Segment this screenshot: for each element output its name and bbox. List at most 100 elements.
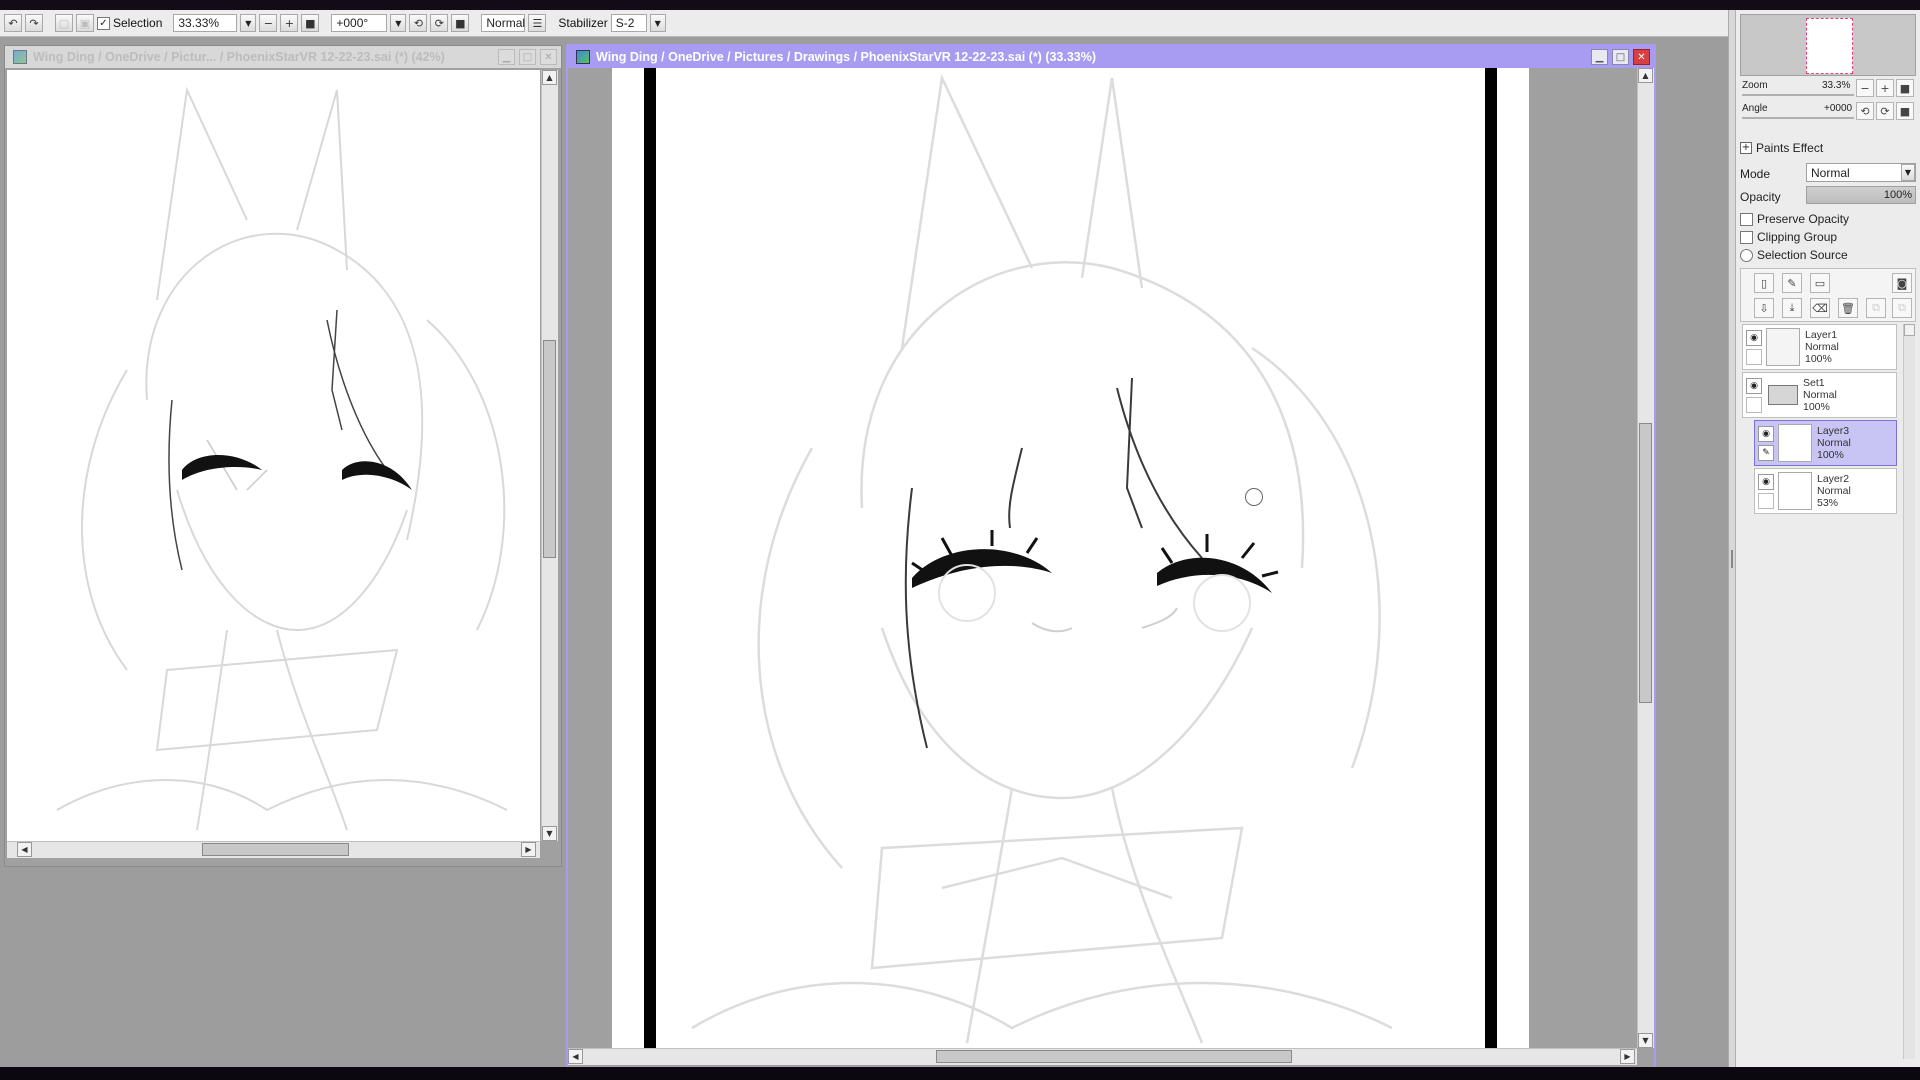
layer-item-layer1[interactable]: ◉ Layer1 Normal 100% [1742, 324, 1897, 370]
secondary-vertical-scrollbar[interactable]: ▲ ▼ [541, 70, 558, 841]
mode-dropdown-button[interactable]: ▼ [1901, 164, 1915, 181]
new-linework-layer-button[interactable]: ✎ [1782, 273, 1802, 293]
visibility-toggle[interactable]: ◉ [1758, 473, 1774, 490]
selection-source-radio[interactable] [1740, 248, 1753, 262]
scroll-left-button[interactable]: ◀ [568, 1049, 583, 1064]
maximize-button[interactable]: □ [519, 49, 536, 65]
visibility-toggle[interactable]: ◉ [1758, 425, 1774, 442]
scroll-up-button[interactable]: ▲ [1638, 68, 1653, 83]
layer-list-scrollbar[interactable] [1903, 324, 1915, 1059]
scroll-thumb[interactable] [202, 843, 349, 856]
layer-info: Layer3 Normal 100% [1817, 425, 1851, 461]
close-button[interactable]: ✕ [1633, 49, 1650, 65]
angle-dropdown-button[interactable]: ▼ [390, 14, 407, 32]
merge-down-button[interactable]: ⤓ [1782, 298, 1802, 318]
rotate-reset-button[interactable]: ■ [451, 14, 470, 32]
invert-selection-button[interactable]: ▣ [76, 14, 94, 32]
zoom-dropdown-button[interactable]: ▼ [240, 14, 257, 32]
scroll-down-button[interactable]: ▼ [542, 826, 557, 841]
zoom-row: Zoom 33.3% − + ■ [1740, 79, 1916, 100]
nav-rotate-left-button[interactable]: ⟲ [1856, 102, 1874, 120]
undo-button[interactable]: ↶ [4, 14, 22, 32]
lock-toggle[interactable] [1746, 396, 1762, 413]
canvas-paper[interactable] [612, 68, 1529, 1048]
minimize-button[interactable]: ▁ [498, 49, 515, 65]
stabilizer-dropdown-button[interactable]: ▼ [649, 14, 666, 32]
layer-item-layer3[interactable]: ◉ ✎ Layer3 Normal 100% [1754, 420, 1897, 466]
layer-item-layer2[interactable]: ◉ Layer2 Normal 53% [1754, 468, 1897, 514]
nav-rotate-right-button[interactable]: ⟳ [1876, 102, 1894, 120]
nav-zoom-reset-button[interactable]: ■ [1896, 79, 1914, 97]
nav-zoom-in-button[interactable]: + [1876, 79, 1894, 97]
layer-mode: Normal [1803, 389, 1837, 401]
layer-mask-button[interactable]: ◙ [1892, 273, 1912, 293]
copy-layer-button[interactable]: ⧉ [1866, 298, 1886, 318]
scroll-thumb[interactable] [936, 1050, 1292, 1063]
blend-mode-field[interactable]: Normal [481, 14, 526, 32]
rotate-right-button[interactable]: ⟳ [430, 14, 449, 32]
square-icon: ■ [1899, 81, 1911, 95]
navigator-preview[interactable] [1740, 14, 1916, 76]
scroll-up-button[interactable]: ▲ [542, 70, 557, 85]
secondary-canvas-view[interactable] [7, 70, 540, 841]
visibility-toggle[interactable]: ◉ [1746, 377, 1762, 394]
nav-rotate-reset-button[interactable]: ■ [1896, 102, 1914, 120]
layer-item-set1[interactable]: ◉ Set1 Normal 100% [1742, 372, 1897, 418]
new-layer-button[interactable]: ▯ [1754, 273, 1774, 293]
zoom-out-button[interactable]: − [259, 14, 278, 32]
layer-name: Set1 [1803, 377, 1825, 389]
lock-toggle[interactable] [1758, 492, 1774, 509]
checkmark-icon: ✓ [99, 17, 108, 29]
main-horizontal-scrollbar[interactable]: ◀ ▶ [568, 1048, 1637, 1065]
preserve-opacity-row[interactable]: Preserve Opacity [1740, 212, 1849, 226]
clipping-group-row[interactable]: Clipping Group [1740, 230, 1837, 244]
nav-zoom-out-button[interactable]: − [1856, 79, 1874, 97]
scroll-up-button[interactable] [1904, 324, 1915, 336]
secondary-horizontal-scrollbar[interactable]: ◀ ▶ [7, 841, 540, 858]
mode-select[interactable]: Normal ▼ [1806, 163, 1916, 182]
minimize-button[interactable]: ▁ [1591, 49, 1608, 65]
clipping-group-checkbox[interactable] [1740, 230, 1753, 244]
opacity-slider[interactable]: 100% [1806, 186, 1916, 204]
zoom-field[interactable]: 33.33% [173, 14, 238, 32]
copy-icon: ⧉ [1872, 301, 1880, 314]
paint-tool-sai-app: ↶ ↷ ▢ ▣ ✓ Selection 33.33% ▼ − + ■ +000°… [0, 10, 1920, 1075]
scroll-thumb[interactable] [1639, 423, 1652, 703]
deselect-button[interactable]: ▢ [55, 14, 73, 32]
flip-view-button[interactable]: ☰ [528, 14, 547, 32]
scroll-down-button[interactable]: ▼ [1638, 1033, 1653, 1048]
scroll-left-button[interactable]: ◀ [17, 842, 32, 857]
maximize-button[interactable]: □ [1612, 49, 1629, 65]
selection-source-row[interactable]: Selection Source [1740, 248, 1848, 262]
paste-layer-button[interactable]: ⧉ [1892, 298, 1912, 318]
scroll-thumb[interactable] [543, 340, 556, 558]
delete-layer-button[interactable]: 🗑 [1838, 298, 1858, 318]
secondary-window-titlebar[interactable]: Wing Ding / OneDrive / Pictur... / Phoen… [5, 46, 561, 68]
lock-toggle[interactable] [1746, 348, 1762, 365]
selection-checkbox[interactable]: ✓ [97, 16, 110, 30]
panel-splitter[interactable] [1728, 10, 1735, 1067]
stabilizer-field[interactable]: S-2 [610, 14, 647, 32]
clear-layer-button[interactable]: ⌫ [1810, 298, 1830, 318]
main-canvas-view[interactable] [568, 68, 1637, 1048]
zoom-slider[interactable] [1742, 94, 1854, 96]
paints-effect-header[interactable]: + Paints Effect [1740, 141, 1823, 155]
scroll-right-button[interactable]: ▶ [1620, 1049, 1635, 1064]
zoom-reset-button[interactable]: ■ [301, 14, 320, 32]
transfer-down-button[interactable]: ⇩ [1754, 298, 1774, 318]
scroll-right-button[interactable]: ▶ [521, 842, 536, 857]
edit-toggle[interactable]: ✎ [1758, 444, 1774, 461]
selection-source-label: Selection Source [1757, 248, 1848, 262]
angle-field[interactable]: +000° [331, 14, 388, 32]
preserve-opacity-checkbox[interactable] [1740, 212, 1753, 226]
main-vertical-scrollbar[interactable]: ▲ ▼ [1637, 68, 1654, 1048]
new-folder-button[interactable]: ▭ [1810, 273, 1830, 293]
visibility-toggle[interactable]: ◉ [1746, 329, 1762, 346]
main-window-titlebar[interactable]: Wing Ding / OneDrive / Pictures / Drawin… [568, 46, 1654, 68]
angle-slider[interactable] [1742, 117, 1854, 119]
zoom-in-button[interactable]: + [280, 14, 299, 32]
rotate-left-button[interactable]: ⟲ [409, 14, 428, 32]
redo-button[interactable]: ↷ [25, 14, 43, 32]
close-button[interactable]: ✕ [540, 49, 557, 65]
navigator-thumbnail [1806, 18, 1853, 74]
